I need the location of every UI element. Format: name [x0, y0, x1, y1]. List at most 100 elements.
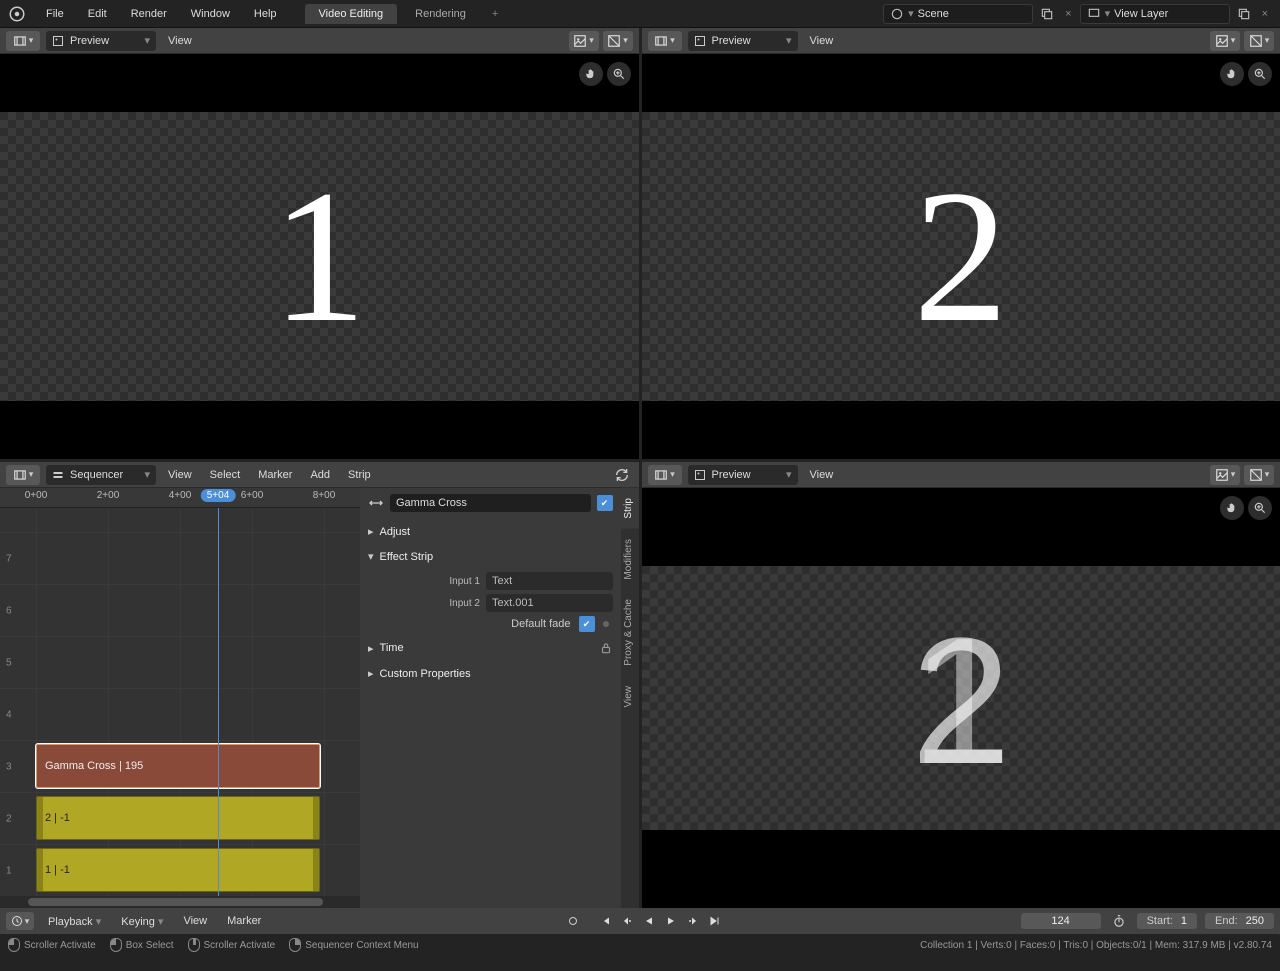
editor-type-button[interactable]: ▾ [6, 465, 40, 485]
playback-menu[interactable]: Playback ▾ [42, 911, 107, 932]
scene-selector[interactable]: ▾ Scene [883, 4, 1033, 24]
zoom-button[interactable] [607, 62, 631, 86]
menu-edit[interactable]: Edit [78, 4, 117, 24]
overlay-button[interactable]: ▾ [1244, 465, 1274, 485]
mouse-left-icon [110, 938, 122, 952]
jump-end-button[interactable] [705, 912, 725, 930]
input1-field[interactable]: Text [486, 572, 613, 590]
side-tab-modifiers[interactable]: Modifiers [621, 529, 639, 590]
channels-button[interactable]: ▾ [569, 31, 599, 51]
display-mode-dropdown[interactable]: Preview ▾ [688, 31, 798, 51]
seq-menu-marker[interactable]: Marker [252, 465, 298, 485]
panel-time-header[interactable]: ▸Time [368, 638, 613, 658]
scene-new-button[interactable] [1037, 4, 1057, 24]
playback-marker-menu[interactable]: Marker [221, 911, 267, 931]
seq-menu-add[interactable]: Add [304, 465, 336, 485]
keyframe-next-button[interactable] [683, 912, 703, 930]
overlay-button[interactable]: ▾ [603, 31, 633, 51]
strip-gamma-cross[interactable]: Gamma Cross | 195 [36, 744, 320, 788]
strip-direction-icon[interactable] [368, 495, 384, 511]
workspace-tab-video-editing[interactable]: Video Editing [305, 4, 398, 24]
panel-custom-header[interactable]: ▸Custom Properties [368, 664, 613, 683]
panel-effect-header[interactable]: ▾Effect Strip [368, 547, 613, 566]
side-tab-strip[interactable]: Strip [621, 488, 639, 529]
start-frame-field[interactable]: Start:1 [1137, 913, 1197, 929]
menu-window[interactable]: Window [181, 4, 240, 24]
timeline-tracks[interactable]: 1 2 3 4 5 6 7 1 | -1 2 | -1 [0, 508, 360, 896]
playhead-frame-badge[interactable]: 5+04 [201, 489, 236, 502]
display-mode-label: Preview [712, 469, 751, 481]
strip-name-field[interactable]: Gamma Cross [390, 494, 591, 512]
display-mode-dropdown[interactable]: Sequencer ▾ [46, 465, 156, 485]
input2-field[interactable]: Text.001 [486, 594, 613, 612]
strip-text-1[interactable]: 1 | -1 [36, 848, 320, 892]
mouse-left-icon [8, 938, 20, 952]
hand-icon [1225, 501, 1239, 515]
jump-start-button[interactable] [595, 912, 615, 930]
panel-adjust-header[interactable]: ▸Adjust [368, 522, 613, 541]
preview-menu-view[interactable]: View [162, 31, 198, 51]
pan-button[interactable] [579, 62, 603, 86]
channels-button[interactable]: ▾ [1210, 465, 1240, 485]
keyframe-prev-button[interactable] [617, 912, 637, 930]
preview-menu-view[interactable]: View [804, 465, 840, 485]
input1-label: Input 1 [380, 576, 480, 587]
keyframe-dot-icon[interactable] [603, 621, 609, 627]
seq-menu-view[interactable]: View [162, 465, 198, 485]
viewlayer-new-button[interactable] [1234, 4, 1254, 24]
scene-unlink-button[interactable]: × [1061, 8, 1075, 20]
editor-type-button[interactable]: ▾ [648, 465, 682, 485]
status-hint-right-click: Sequencer Context Menu [289, 938, 418, 952]
ruler-tick: 6+00 [241, 490, 264, 501]
workspace-add-button[interactable]: + [484, 4, 506, 24]
seq-menu-strip[interactable]: Strip [342, 465, 377, 485]
default-fade-checkbox[interactable]: ✔ [579, 616, 595, 632]
sequencer-mode-icon [52, 469, 64, 481]
play-reverse-button[interactable] [639, 912, 659, 930]
end-frame-field[interactable]: End:250 [1205, 913, 1274, 929]
use-preview-range-button[interactable] [1109, 912, 1129, 930]
overlay-button[interactable]: ▾ [1244, 31, 1274, 51]
timeline-editor-type-button[interactable]: ▾ [6, 912, 34, 930]
playback-view-menu[interactable]: View [177, 911, 213, 931]
zoom-button[interactable] [1248, 496, 1272, 520]
display-mode-dropdown[interactable]: Preview ▾ [46, 31, 156, 51]
viewlayer-unlink-button[interactable]: × [1258, 8, 1272, 20]
side-tab-proxy[interactable]: Proxy & Cache [621, 589, 639, 676]
zoom-icon [1253, 501, 1267, 515]
timeline-ruler[interactable]: 0+00 2+00 4+00 5+04 6+00 8+00 [0, 488, 360, 508]
image-icon [694, 469, 706, 481]
seq-menu-select[interactable]: Select [204, 465, 247, 485]
refresh-button[interactable] [611, 465, 633, 485]
pan-button[interactable] [1220, 62, 1244, 86]
preview-header-right: ▾ Preview ▾ View ▾ ▾ [642, 28, 1280, 54]
editor-type-button[interactable]: ▾ [648, 31, 682, 51]
workspace-tab-rendering[interactable]: Rendering [401, 4, 480, 24]
menu-render[interactable]: Render [121, 4, 177, 24]
display-mode-dropdown[interactable]: Preview ▾ [688, 465, 798, 485]
current-frame-field[interactable]: 124 [1021, 913, 1101, 929]
playhead-line[interactable] [218, 508, 219, 896]
keying-menu[interactable]: Keying ▾ [115, 911, 169, 932]
lock-icon[interactable] [599, 641, 613, 655]
preview-canvas-mixed[interactable]: 1 2 [642, 488, 1280, 908]
preview-canvas-right[interactable]: 2 [642, 54, 1280, 459]
preview-menu-view[interactable]: View [804, 31, 840, 51]
channels-button[interactable]: ▾ [1210, 31, 1240, 51]
strip-mute-checkbox[interactable]: ✔ [597, 495, 613, 511]
image-channel-icon [1215, 468, 1229, 482]
preview-canvas-left[interactable]: 1 [0, 54, 639, 459]
auto-keying-button[interactable] [563, 912, 583, 930]
pan-button[interactable] [1220, 496, 1244, 520]
zoom-button[interactable] [1248, 62, 1272, 86]
refresh-icon [614, 467, 630, 483]
side-tab-view[interactable]: View [621, 676, 639, 718]
timeline-scrollbar[interactable] [0, 896, 360, 908]
strip-text-2[interactable]: 2 | -1 [36, 796, 320, 840]
menu-file[interactable]: File [36, 4, 74, 24]
viewlayer-selector[interactable]: ▾ View Layer [1080, 4, 1230, 24]
default-fade-label: Default fade [511, 618, 570, 630]
play-button[interactable] [661, 912, 681, 930]
menu-help[interactable]: Help [244, 4, 287, 24]
editor-type-button[interactable]: ▾ [6, 31, 40, 51]
